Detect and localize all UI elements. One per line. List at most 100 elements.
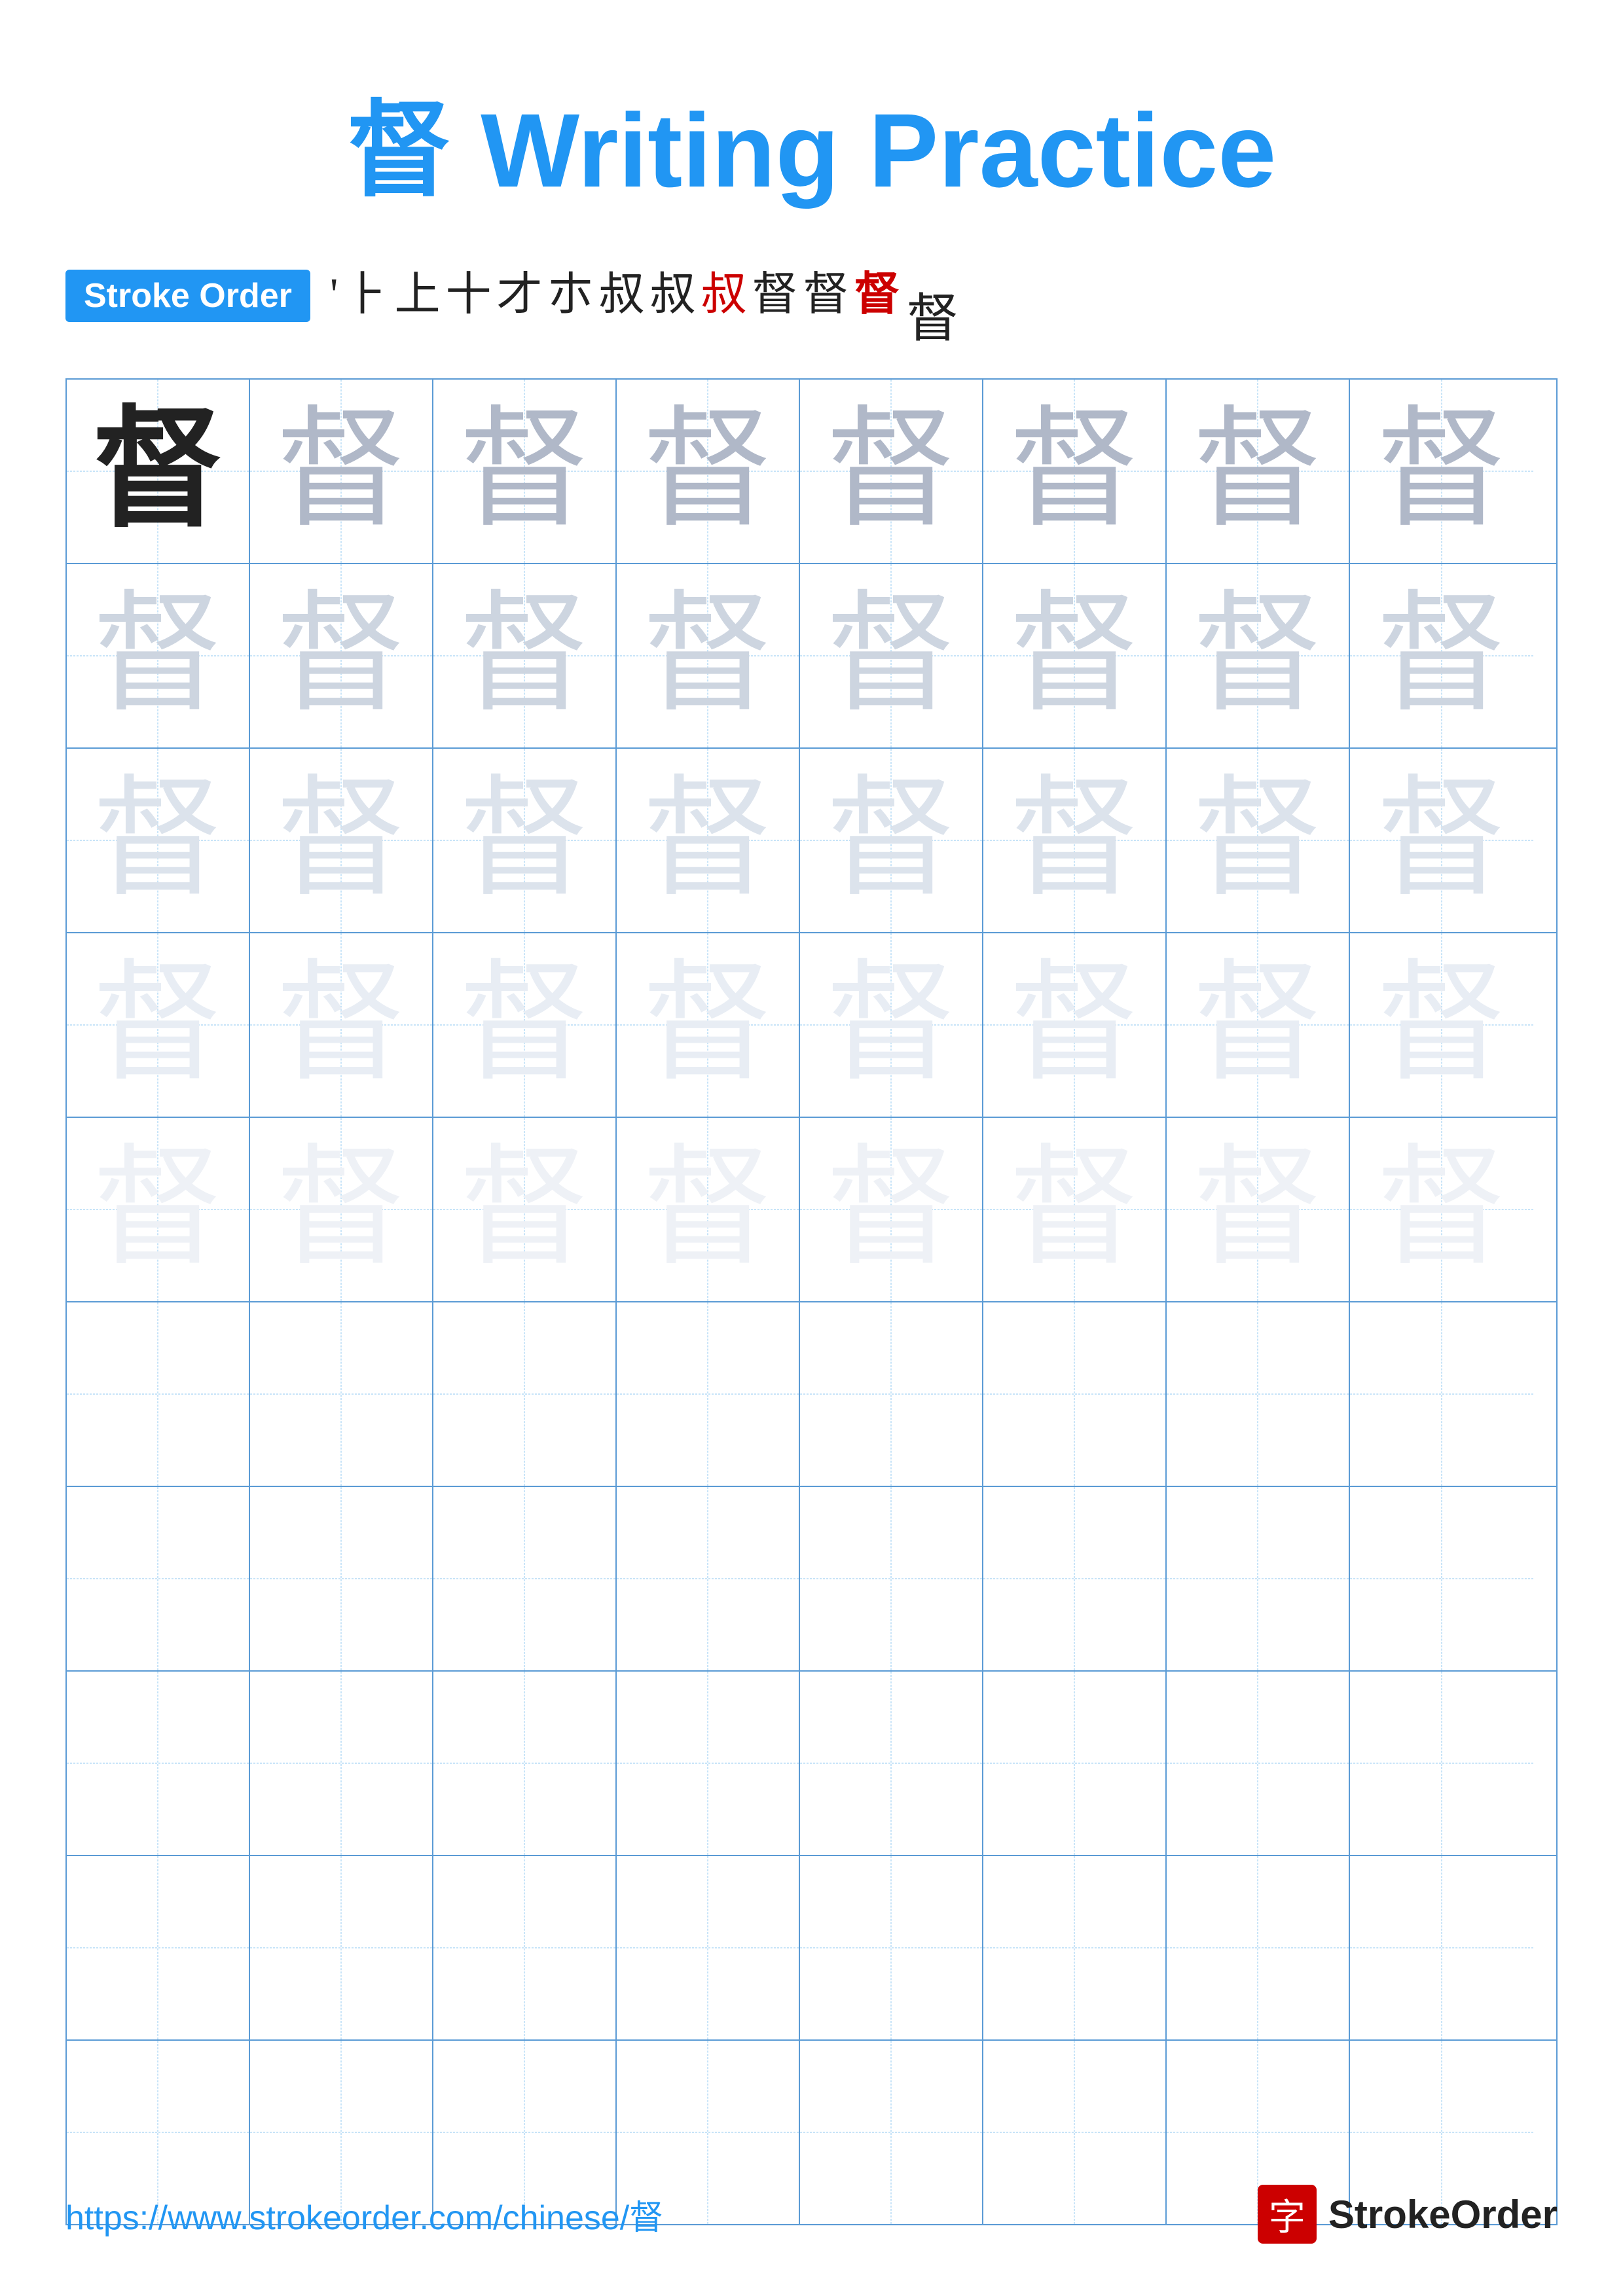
grid-row-9 — [67, 1856, 1556, 2041]
grid-cell-empty[interactable] — [617, 1487, 800, 1670]
page: 督 Writing Practice Stroke Order ' ⺊ 上 十 … — [0, 0, 1623, 2296]
grid-cell-4-6[interactable]: 督 — [983, 933, 1167, 1117]
grid-cell-1-5[interactable]: 督 — [800, 380, 983, 563]
grid-cell-empty[interactable] — [433, 1856, 617, 2039]
grid-cell-2-6[interactable]: 督 — [983, 564, 1167, 747]
grid-cell-empty[interactable] — [617, 1856, 800, 2039]
grid-cell-empty[interactable] — [800, 1672, 983, 1855]
grid-cell-3-4[interactable]: 督 — [617, 749, 800, 932]
stroke-5: 才 — [497, 270, 543, 320]
stroke-3: 上 — [395, 270, 441, 320]
grid-cell-3-7[interactable]: 督 — [1167, 749, 1350, 932]
grid-cell-empty[interactable] — [1350, 1856, 1533, 2039]
char-lighter: 督 — [826, 775, 957, 906]
grid-cell-3-8[interactable]: 督 — [1350, 749, 1533, 932]
char-light: 督 — [826, 590, 957, 721]
stroke-8: 叔 — [650, 270, 696, 320]
grid-cell-2-1[interactable]: 督 — [67, 564, 250, 747]
grid-cell-4-8[interactable]: 督 — [1350, 933, 1533, 1117]
grid-cell-empty[interactable] — [1167, 1487, 1350, 1670]
grid-cell-empty[interactable] — [250, 1487, 433, 1670]
grid-cell-4-3[interactable]: 督 — [433, 933, 617, 1117]
grid-cell-1-7[interactable]: 督 — [1167, 380, 1350, 563]
grid-cell-empty[interactable] — [617, 1672, 800, 1855]
grid-cell-empty[interactable] — [983, 1302, 1167, 1486]
char-medium: 督 — [642, 406, 773, 537]
grid-cell-empty[interactable] — [67, 1302, 250, 1486]
stroke-10: 督 — [752, 270, 798, 320]
grid-cell-4-2[interactable]: 督 — [250, 933, 433, 1117]
stroke-11: 督 — [803, 270, 849, 320]
grid-cell-empty[interactable] — [433, 1302, 617, 1486]
grid-cell-2-7[interactable]: 督 — [1167, 564, 1350, 747]
char-lightest: 督 — [826, 960, 957, 1090]
grid-cell-empty[interactable] — [250, 1672, 433, 1855]
char-medium: 督 — [459, 406, 590, 537]
grid-cell-empty[interactable] — [983, 1487, 1167, 1670]
grid-cell-5-8[interactable]: 督 — [1350, 1118, 1533, 1301]
grid-cell-5-6[interactable]: 督 — [983, 1118, 1167, 1301]
grid-cell-empty[interactable] — [67, 1672, 250, 1855]
grid-cell-5-1[interactable]: 督 — [67, 1118, 250, 1301]
grid-cell-empty[interactable] — [1350, 1672, 1533, 1855]
grid-cell-empty[interactable] — [67, 1487, 250, 1670]
grid-cell-empty[interactable] — [800, 1856, 983, 2039]
grid-cell-empty[interactable] — [433, 1487, 617, 1670]
char-lighter: 督 — [459, 775, 590, 906]
grid-cell-1-3[interactable]: 督 — [433, 380, 617, 563]
grid-row-6 — [67, 1302, 1556, 1487]
grid-cell-empty[interactable] — [250, 1302, 433, 1486]
grid-cell-empty[interactable] — [67, 1856, 250, 2039]
grid-cell-empty[interactable] — [617, 1302, 800, 1486]
grid-cell-2-2[interactable]: 督 — [250, 564, 433, 747]
grid-cell-empty[interactable] — [800, 1302, 983, 1486]
grid-cell-1-4[interactable]: 督 — [617, 380, 800, 563]
char-lightest: 督 — [1192, 960, 1323, 1090]
grid-cell-1-8[interactable]: 督 — [1350, 380, 1533, 563]
grid-cell-empty[interactable] — [250, 1856, 433, 2039]
grid-cell-1-6[interactable]: 督 — [983, 380, 1167, 563]
grid-cell-3-3[interactable]: 督 — [433, 749, 617, 932]
char-lightest: 督 — [1009, 960, 1140, 1090]
grid-cell-empty[interactable] — [1167, 1856, 1350, 2039]
stroke-sequence: ' ⺊ 上 十 才 朩 叔 叔 叔 督 督 督 — [330, 270, 900, 320]
grid-cell-4-5[interactable]: 督 — [800, 933, 983, 1117]
grid-cell-empty[interactable] — [983, 1856, 1167, 2039]
grid-cell-3-6[interactable]: 督 — [983, 749, 1167, 932]
char-light: 督 — [1192, 590, 1323, 721]
grid-cell-1-2[interactable]: 督 — [250, 380, 433, 563]
grid-cell-2-3[interactable]: 督 — [433, 564, 617, 747]
grid-cell-4-4[interactable]: 督 — [617, 933, 800, 1117]
char-dark: 督 — [92, 406, 223, 537]
grid-cell-empty[interactable] — [800, 1487, 983, 1670]
grid-cell-empty[interactable] — [1350, 1487, 1533, 1670]
grid-cell-5-2[interactable]: 督 — [250, 1118, 433, 1301]
grid-cell-empty[interactable] — [1167, 1672, 1350, 1855]
stroke-1: ' — [330, 270, 338, 320]
grid-cell-5-5[interactable]: 督 — [800, 1118, 983, 1301]
grid-cell-4-1[interactable]: 督 — [67, 933, 250, 1117]
grid-cell-empty[interactable] — [1167, 1302, 1350, 1486]
grid-cell-2-5[interactable]: 督 — [800, 564, 983, 747]
grid-cell-empty[interactable] — [433, 1672, 617, 1855]
grid-cell-1-1[interactable]: 督 — [67, 380, 250, 563]
char-lighter: 督 — [92, 775, 223, 906]
grid-cell-3-5[interactable]: 督 — [800, 749, 983, 932]
grid-cell-4-7[interactable]: 督 — [1167, 933, 1350, 1117]
grid-cell-5-7[interactable]: 督 — [1167, 1118, 1350, 1301]
grid-cell-3-1[interactable]: 督 — [67, 749, 250, 932]
grid-cell-empty[interactable] — [983, 1672, 1167, 1855]
grid-row-3: 督 督 督 督 督 督 督 督 — [67, 749, 1556, 933]
grid-row-2: 督 督 督 督 督 督 督 督 — [67, 564, 1556, 749]
char-light: 督 — [1009, 590, 1140, 721]
grid-cell-2-4[interactable]: 督 — [617, 564, 800, 747]
grid-cell-2-8[interactable]: 督 — [1350, 564, 1533, 747]
grid-cell-empty[interactable] — [1350, 1302, 1533, 1486]
grid-cell-3-2[interactable]: 督 — [250, 749, 433, 932]
stroke-order-section: Stroke Order ' ⺊ 上 十 才 朩 叔 叔 叔 督 督 督 督 — [65, 270, 1558, 352]
footer-url[interactable]: https://www.strokeorder.com/chinese/督 — [65, 2190, 663, 2239]
grid-cell-5-3[interactable]: 督 — [433, 1118, 617, 1301]
char-lightest: 督 — [642, 960, 773, 1090]
grid-cell-5-4[interactable]: 督 — [617, 1118, 800, 1301]
char-faint: 督 — [1009, 1144, 1140, 1275]
